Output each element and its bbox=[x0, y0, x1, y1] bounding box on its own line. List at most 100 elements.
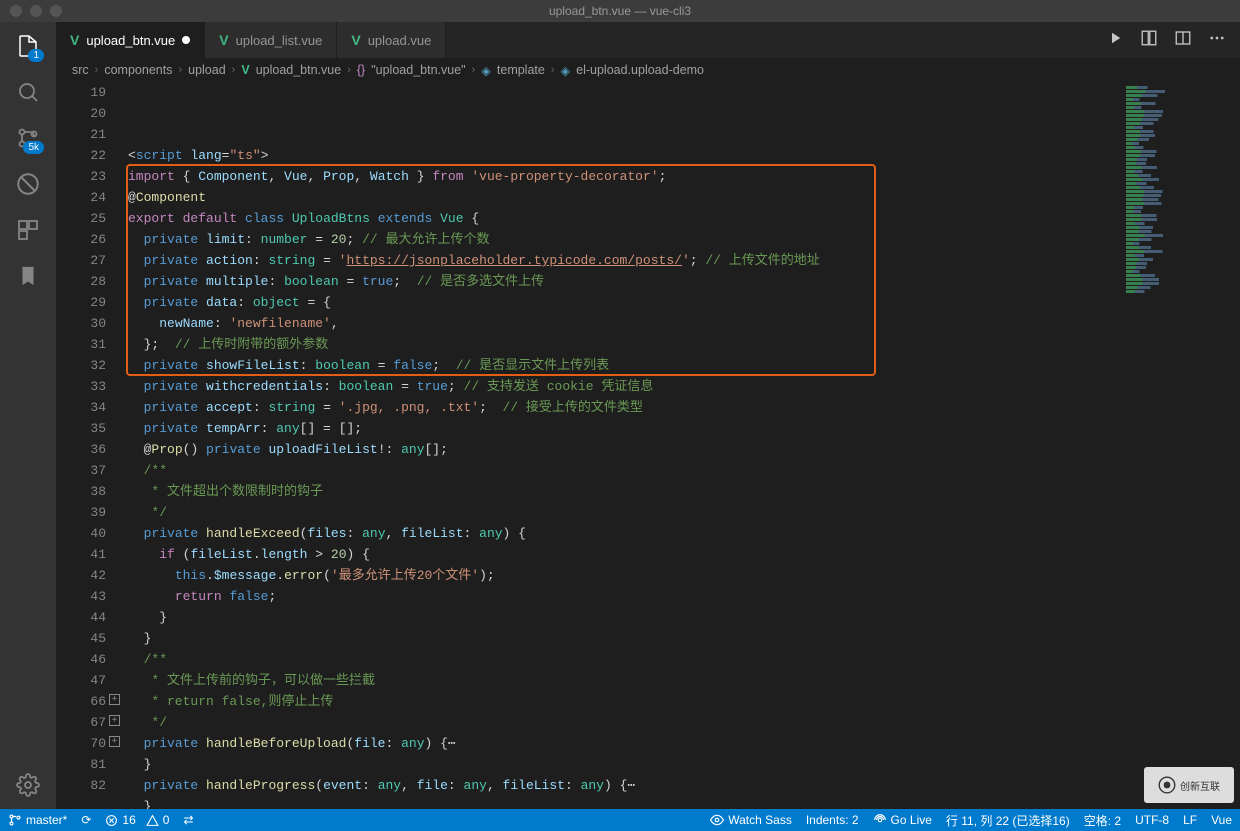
minimap[interactable] bbox=[1120, 82, 1240, 809]
indent-size[interactable]: 空格: 2 bbox=[1084, 812, 1121, 829]
status-bar: master* ⟳ 16 0 ⇄ Watch Sass Indents: 2 G… bbox=[0, 809, 1240, 831]
editor-body[interactable]: 1920212223242526272829303132333435363738… bbox=[56, 82, 1240, 809]
line-number: 41 bbox=[56, 544, 106, 565]
maximize-window-icon[interactable] bbox=[50, 5, 62, 17]
close-window-icon[interactable] bbox=[10, 5, 22, 17]
tabs-bar: Vupload_btn.vueVupload_list.vueVupload.v… bbox=[56, 22, 1240, 58]
line-number: 66+ bbox=[56, 691, 106, 712]
modified-dot-icon bbox=[182, 36, 190, 44]
line-number: 30 bbox=[56, 313, 106, 334]
line-number: 20 bbox=[56, 103, 106, 124]
tab-upload-vue[interactable]: Vupload.vue bbox=[337, 22, 446, 58]
search-icon[interactable] bbox=[14, 78, 42, 106]
titlebar: upload_btn.vue — vue-cli3 bbox=[0, 0, 1240, 22]
network-icon[interactable]: ⇄ bbox=[183, 813, 193, 827]
line-number: 27 bbox=[56, 250, 106, 271]
code-content[interactable]: <script lang="ts">import { Component, Vu… bbox=[126, 82, 1120, 809]
chevron-right-icon: › bbox=[347, 64, 351, 76]
line-number: 24 bbox=[56, 187, 106, 208]
line-number: 67+ bbox=[56, 712, 106, 733]
line-number: 45 bbox=[56, 628, 106, 649]
run-icon[interactable] bbox=[1106, 29, 1124, 51]
line-number: 25 bbox=[56, 208, 106, 229]
tab-upload_list-vue[interactable]: Vupload_list.vue bbox=[205, 22, 337, 58]
language[interactable]: Vue bbox=[1211, 812, 1232, 829]
activity-bar: 1 5k bbox=[0, 22, 56, 809]
line-number: 29 bbox=[56, 292, 106, 313]
git-branch[interactable]: master* bbox=[8, 813, 67, 827]
eol[interactable]: LF bbox=[1183, 812, 1197, 829]
encoding[interactable]: UTF-8 bbox=[1135, 812, 1169, 829]
tab-label: upload_list.vue bbox=[236, 33, 323, 48]
line-number: 26 bbox=[56, 229, 106, 250]
vue-file-icon: V bbox=[70, 32, 79, 48]
breadcrumb-item[interactable]: template bbox=[497, 63, 545, 77]
window-title: upload_btn.vue — vue-cli3 bbox=[549, 4, 691, 18]
line-number: 22 bbox=[56, 145, 106, 166]
split-editor-icon[interactable] bbox=[1174, 29, 1192, 51]
breadcrumb-item[interactable]: el-upload.upload-demo bbox=[576, 63, 704, 77]
settings-icon[interactable] bbox=[14, 771, 42, 799]
vue-file-icon: V bbox=[219, 32, 228, 48]
scm-badge: 5k bbox=[23, 141, 44, 154]
compare-icon[interactable] bbox=[1140, 29, 1158, 51]
breadcrumb-item[interactable]: components bbox=[104, 63, 172, 77]
fold-expand-icon[interactable]: + bbox=[109, 694, 120, 705]
line-number: 36 bbox=[56, 439, 106, 460]
line-number: 31 bbox=[56, 334, 106, 355]
line-number: 47 bbox=[56, 670, 106, 691]
line-number: 33 bbox=[56, 376, 106, 397]
bookmark-icon[interactable] bbox=[14, 262, 42, 290]
tag-icon: ◈ bbox=[561, 63, 571, 78]
fold-expand-icon[interactable]: + bbox=[109, 736, 120, 747]
extensions-icon[interactable] bbox=[14, 216, 42, 244]
line-number: 32 bbox=[56, 355, 106, 376]
line-number: 40 bbox=[56, 523, 106, 544]
tag-icon: ◈ bbox=[481, 63, 491, 78]
explorer-icon[interactable]: 1 bbox=[14, 32, 42, 60]
tab-upload_btn-vue[interactable]: Vupload_btn.vue bbox=[56, 22, 205, 58]
chevron-right-icon: › bbox=[232, 64, 236, 76]
brace-icon: {} bbox=[357, 63, 365, 77]
watermark-logo: ⦿ 创新互联 bbox=[1144, 767, 1234, 803]
line-number: 21 bbox=[56, 124, 106, 145]
cursor-position[interactable]: 行 11, 列 22 (已选择16) bbox=[946, 812, 1070, 829]
line-number: 34 bbox=[56, 397, 106, 418]
line-number: 44 bbox=[56, 607, 106, 628]
line-number: 39 bbox=[56, 502, 106, 523]
more-icon[interactable] bbox=[1208, 29, 1226, 51]
minimize-window-icon[interactable] bbox=[30, 5, 42, 17]
scm-icon[interactable]: 5k bbox=[14, 124, 42, 152]
debug-disabled-icon[interactable] bbox=[14, 170, 42, 198]
breadcrumbs[interactable]: src›components›upload›V upload_btn.vue›{… bbox=[56, 58, 1240, 82]
line-gutter: 1920212223242526272829303132333435363738… bbox=[56, 82, 126, 809]
line-number: 37 bbox=[56, 460, 106, 481]
fold-expand-icon[interactable]: + bbox=[109, 715, 120, 726]
errors-count[interactable]: 16 0 bbox=[105, 813, 169, 827]
line-number: 28 bbox=[56, 271, 106, 292]
breadcrumb-item[interactable]: src bbox=[72, 63, 89, 77]
line-number: 38 bbox=[56, 481, 106, 502]
chevron-right-icon: › bbox=[95, 64, 99, 76]
line-number: 46 bbox=[56, 649, 106, 670]
indents[interactable]: Indents: 2 bbox=[806, 812, 859, 829]
line-number: 43 bbox=[56, 586, 106, 607]
line-number: 23 bbox=[56, 166, 106, 187]
line-number: 82 bbox=[56, 775, 106, 796]
breadcrumb-item[interactable]: upload_btn.vue bbox=[256, 63, 342, 77]
tab-label: upload_btn.vue bbox=[86, 33, 175, 48]
explorer-badge: 1 bbox=[28, 49, 44, 62]
breadcrumb-item[interactable]: upload bbox=[188, 63, 226, 77]
sync-icon[interactable]: ⟳ bbox=[81, 813, 91, 827]
chevron-right-icon: › bbox=[551, 64, 555, 76]
line-number: 42 bbox=[56, 565, 106, 586]
chevron-right-icon: › bbox=[472, 64, 476, 76]
watch-sass[interactable]: Watch Sass bbox=[710, 812, 792, 829]
tab-label: upload.vue bbox=[368, 33, 432, 48]
line-number: 35 bbox=[56, 418, 106, 439]
breadcrumb-item[interactable]: "upload_btn.vue" bbox=[371, 63, 465, 77]
line-number: 70+ bbox=[56, 733, 106, 754]
line-number: 81 bbox=[56, 754, 106, 775]
go-live[interactable]: Go Live bbox=[873, 812, 932, 829]
line-number: 19 bbox=[56, 82, 106, 103]
